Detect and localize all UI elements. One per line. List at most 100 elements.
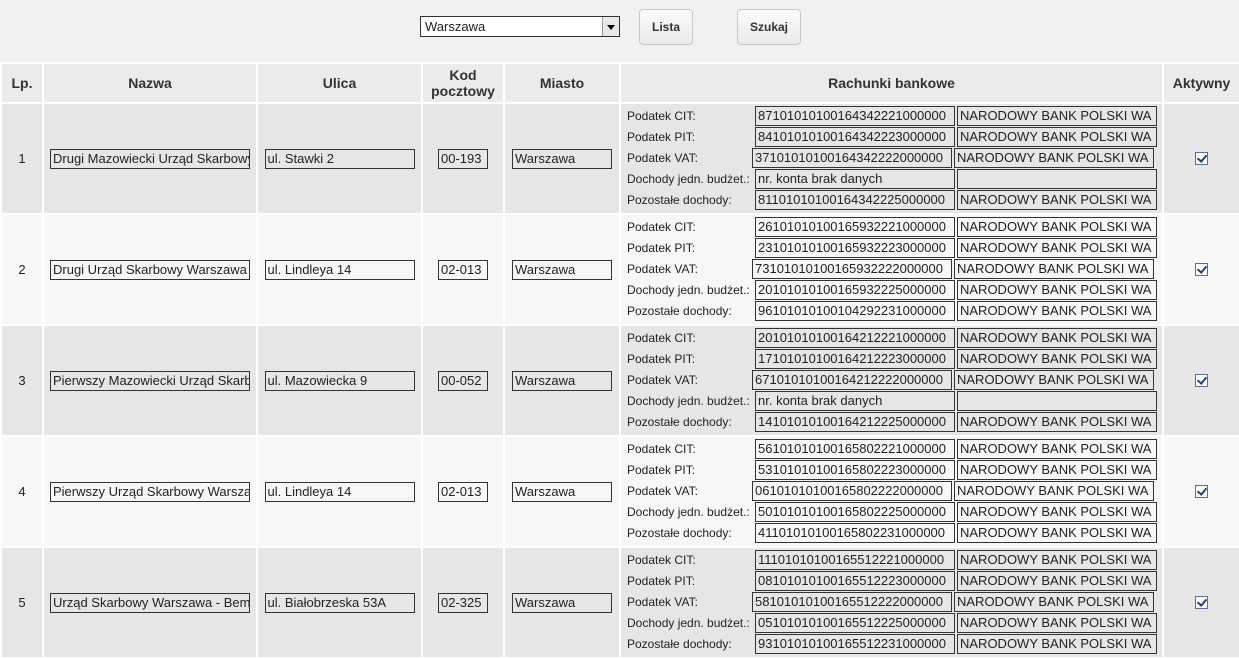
street-field[interactable]: ul. Mazowiecka 9 xyxy=(264,370,415,391)
toolbar: Warszawa Lista Szukaj xyxy=(0,0,1239,60)
name-field[interactable]: Drugi Urząd Skarbowy Warszawa xyxy=(50,259,250,280)
account-number-field[interactable]: 26101010100165932221000000 xyxy=(755,217,955,237)
street-field[interactable]: ul. Białobrzeska 53A xyxy=(264,592,415,613)
active-checkbox[interactable] xyxy=(1195,374,1208,387)
table-row: 4 Pierwszy Urząd Skarbowy Warszawa ul. L… xyxy=(0,435,1239,548)
account-label: Podatek CIT: xyxy=(627,442,696,456)
bank-name-field[interactable]: NARODOWY BANK POLSKI WA xyxy=(957,349,1157,369)
bank-name-field[interactable]: NARODOWY BANK POLSKI WA xyxy=(957,412,1157,432)
account-number-field[interactable]: 20101010100165932225000000 xyxy=(755,280,955,300)
bank-name-field[interactable] xyxy=(957,391,1157,411)
postal-code-field[interactable]: 00-052 xyxy=(438,370,488,391)
active-checkbox[interactable] xyxy=(1195,263,1208,276)
lista-button[interactable]: Lista xyxy=(639,9,693,45)
city-field[interactable]: Warszawa xyxy=(512,592,612,613)
bank-name-field[interactable]: NARODOWY BANK POLSKI WA xyxy=(954,370,1154,390)
name-field[interactable]: Drugi Mazowiecki Urząd Skarbowy xyxy=(50,148,250,169)
bank-name-field[interactable]: NARODOWY BANK POLSKI WA xyxy=(957,550,1157,570)
bank-accounts: Podatek CIT: 11101010100165512221000000 … xyxy=(619,546,1164,659)
account-line-vat: Podatek VAT: 73101010100165932222000000 … xyxy=(621,259,1162,280)
bank-name-field[interactable]: NARODOWY BANK POLSKI WA xyxy=(957,301,1157,321)
account-number-field[interactable]: 06101010100165802222000000 xyxy=(752,481,952,501)
account-number-field[interactable]: 84101010100164342223000000 xyxy=(755,127,955,147)
active-checkbox[interactable] xyxy=(1195,152,1208,165)
account-line-budzet: Dochody jedn. budżet.: 50101010100165802… xyxy=(621,502,1162,523)
account-number-field[interactable]: 58101010100165512222000000 xyxy=(752,592,952,612)
account-line-pit: Podatek PIT: 53101010100165802223000000 … xyxy=(621,460,1162,481)
active-checkbox[interactable] xyxy=(1195,596,1208,609)
bank-name-field[interactable]: NARODOWY BANK POLSKI WA xyxy=(957,127,1157,147)
city-select[interactable]: Warszawa xyxy=(420,16,620,37)
bank-name-field[interactable]: NARODOWY BANK POLSKI WA xyxy=(957,217,1157,237)
bank-name-field[interactable]: NARODOWY BANK POLSKI WA xyxy=(957,634,1157,654)
bank-name-field[interactable]: NARODOWY BANK POLSKI WA xyxy=(957,571,1157,591)
account-number-field[interactable]: 93101010100165512231000000 xyxy=(755,634,955,654)
account-label: Dochody jedn. budżet.: xyxy=(627,505,750,519)
street-field[interactable]: ul. Lindleya 14 xyxy=(264,259,415,280)
account-number-field[interactable]: 41101010100165802231000000 xyxy=(755,523,955,543)
bank-name-field[interactable]: NARODOWY BANK POLSKI WA xyxy=(957,523,1157,543)
header-lp: Lp. xyxy=(0,62,44,104)
account-number-field[interactable]: 05101010100165512225000000 xyxy=(755,613,955,633)
active-checkbox[interactable] xyxy=(1195,485,1208,498)
city-field[interactable]: Warszawa xyxy=(512,259,612,280)
bank-name-field[interactable] xyxy=(957,169,1157,189)
bank-name-field[interactable]: NARODOWY BANK POLSKI WA xyxy=(957,613,1157,633)
city-field[interactable]: Warszawa xyxy=(512,481,612,502)
bank-name-field[interactable]: NARODOWY BANK POLSKI WA xyxy=(957,502,1157,522)
chevron-down-icon[interactable] xyxy=(602,17,619,36)
account-number-field[interactable]: 56101010100165802221000000 xyxy=(755,439,955,459)
bank-name-field[interactable]: NARODOWY BANK POLSKI WA xyxy=(957,106,1157,126)
postal-code-field[interactable]: 02-013 xyxy=(438,481,488,502)
street-field[interactable]: ul. Lindleya 14 xyxy=(264,481,415,502)
account-number-field[interactable]: nr. konta brak danych xyxy=(755,169,955,189)
bank-name-field[interactable]: NARODOWY BANK POLSKI WA xyxy=(957,190,1157,210)
street-field[interactable]: ul. Stawki 2 xyxy=(264,148,415,169)
name-field[interactable]: Pierwszy Mazowiecki Urząd Skarbowy xyxy=(50,370,250,391)
city-field[interactable]: Warszawa xyxy=(512,370,612,391)
account-number-field[interactable]: nr. konta brak danych xyxy=(755,391,955,411)
account-number-field[interactable]: 20101010100164212221000000 xyxy=(755,328,955,348)
account-line-pit: Podatek PIT: 84101010100164342223000000 … xyxy=(621,127,1162,148)
account-line-budzet: Dochody jedn. budżet.: 05101010100165512… xyxy=(621,613,1162,634)
bank-accounts: Podatek CIT: 56101010100165802221000000 … xyxy=(619,435,1164,548)
account-line-cit: Podatek CIT: 87101010100164342221000000 … xyxy=(621,106,1162,127)
name-field[interactable]: Pierwszy Urząd Skarbowy Warszawa xyxy=(50,481,250,502)
account-number-field[interactable]: 23101010100165932223000000 xyxy=(755,238,955,258)
account-number-field[interactable]: 37101010100164342222000000 xyxy=(752,148,952,168)
account-label: Podatek CIT: xyxy=(627,331,696,345)
account-number-field[interactable]: 87101010100164342221000000 xyxy=(755,106,955,126)
account-label: Podatek VAT: xyxy=(627,373,698,387)
account-number-field[interactable]: 50101010100165802225000000 xyxy=(755,502,955,522)
header-rachunki-bankowe: Rachunki bankowe xyxy=(619,62,1164,104)
bank-name-field[interactable]: NARODOWY BANK POLSKI WA xyxy=(954,592,1154,612)
account-line-cit: Podatek CIT: 56101010100165802221000000 … xyxy=(621,439,1162,460)
account-number-field[interactable]: 67101010100164212222000000 xyxy=(752,370,952,390)
table-row: 3 Pierwszy Mazowiecki Urząd Skarbowy ul.… xyxy=(0,324,1239,437)
account-label: Podatek PIT: xyxy=(627,241,696,255)
bank-name-field[interactable]: NARODOWY BANK POLSKI WA xyxy=(954,259,1154,279)
city-field[interactable]: Warszawa xyxy=(512,148,612,169)
bank-name-field[interactable]: NARODOWY BANK POLSKI WA xyxy=(954,148,1154,168)
account-number-field[interactable]: 11101010100165512221000000 xyxy=(755,550,955,570)
bank-name-field[interactable]: NARODOWY BANK POLSKI WA xyxy=(957,280,1157,300)
account-number-field[interactable]: 53101010100165802223000000 xyxy=(755,460,955,480)
account-number-field[interactable]: 14101010100164212225000000 xyxy=(755,412,955,432)
bank-name-field[interactable]: NARODOWY BANK POLSKI WA xyxy=(957,460,1157,480)
szukaj-button[interactable]: Szukaj xyxy=(737,9,801,45)
bank-name-field[interactable]: NARODOWY BANK POLSKI WA xyxy=(957,439,1157,459)
bank-name-field[interactable]: NARODOWY BANK POLSKI WA xyxy=(957,328,1157,348)
account-number-field[interactable]: 08101010100165512223000000 xyxy=(755,571,955,591)
account-line-pozostale: Pozostałe dochody: 411010101001658022310… xyxy=(621,523,1162,544)
postal-code-field[interactable]: 02-013 xyxy=(438,259,488,280)
account-number-field[interactable]: 73101010100165932222000000 xyxy=(752,259,952,279)
account-number-field[interactable]: 96101010100104292231000000 xyxy=(755,301,955,321)
bank-name-field[interactable]: NARODOWY BANK POLSKI WA xyxy=(957,238,1157,258)
postal-code-field[interactable]: 02-325 xyxy=(438,592,488,613)
name-field[interactable]: Urząd Skarbowy Warszawa - Bemowo xyxy=(50,592,250,613)
account-number-field[interactable]: 17101010100164212223000000 xyxy=(755,349,955,369)
postal-code-field[interactable]: 00-193 xyxy=(438,148,488,169)
account-number-field[interactable]: 81101010100164342225000000 xyxy=(755,190,955,210)
bank-name-field[interactable]: NARODOWY BANK POLSKI WA xyxy=(954,481,1154,501)
table-header-row: Lp. Nazwa Ulica Kod pocztowy Miasto Rach… xyxy=(0,62,1239,104)
